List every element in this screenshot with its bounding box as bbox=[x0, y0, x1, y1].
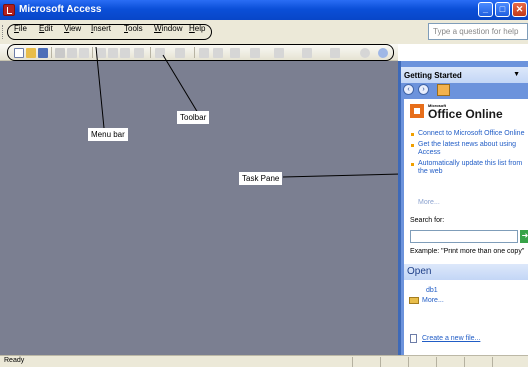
forward-icon[interactable]: › bbox=[418, 84, 429, 95]
search-label: Search for: bbox=[410, 217, 445, 224]
folder-icon bbox=[409, 297, 419, 304]
status-separator bbox=[408, 357, 409, 367]
status-separator bbox=[436, 357, 437, 367]
save-icon[interactable] bbox=[38, 48, 48, 58]
auto-update-link[interactable]: Automatically update this list from the … bbox=[409, 160, 527, 176]
analyze-icon[interactable] bbox=[175, 48, 185, 58]
toolbar-separator bbox=[150, 47, 151, 58]
maximize-button[interactable]: □ bbox=[495, 2, 510, 17]
search-go-button[interactable]: ➜ bbox=[520, 230, 528, 243]
task-pane-callout: Task Pane bbox=[239, 172, 283, 185]
toolbar-separator bbox=[194, 47, 195, 58]
open-section-header: Open bbox=[404, 264, 528, 280]
menu-grip-handle[interactable] bbox=[2, 25, 5, 39]
back-icon[interactable]: ‹ bbox=[403, 84, 414, 95]
menu-help[interactable]: Help bbox=[189, 24, 205, 33]
menu-tools[interactable]: Tools bbox=[124, 24, 143, 33]
autoform-icon[interactable] bbox=[274, 48, 284, 58]
new-icon[interactable] bbox=[14, 48, 24, 58]
question-input[interactable]: Type a question for help bbox=[428, 23, 528, 40]
office-logo-icon bbox=[410, 104, 424, 118]
close-button[interactable]: ✕ bbox=[512, 2, 527, 17]
cut-icon[interactable] bbox=[96, 48, 106, 58]
office-online-logo-text: Office Online bbox=[428, 107, 503, 121]
status-separator bbox=[492, 357, 493, 367]
status-separator bbox=[464, 357, 465, 367]
menu-file[interactable]: File bbox=[14, 24, 27, 33]
toolbar-options-icon[interactable] bbox=[378, 48, 388, 58]
search-example-text: Example: "Print more than one copy" bbox=[410, 248, 525, 255]
office-links-icon[interactable] bbox=[155, 48, 165, 58]
paste-icon[interactable] bbox=[120, 48, 130, 58]
print-icon[interactable] bbox=[55, 48, 65, 58]
menu-insert[interactable]: Insert bbox=[91, 24, 111, 33]
query-icon[interactable] bbox=[330, 48, 340, 58]
latest-news-link[interactable]: Get the latest news about using Access bbox=[409, 141, 527, 157]
search-input[interactable] bbox=[410, 230, 518, 243]
open-more-link[interactable]: More... bbox=[422, 297, 444, 304]
menu-edit[interactable]: Edit bbox=[39, 24, 53, 33]
copy-icon[interactable] bbox=[108, 48, 118, 58]
recent-file-db1[interactable]: db1 bbox=[426, 287, 438, 294]
toolbar-separator bbox=[51, 47, 52, 58]
print-preview-icon[interactable] bbox=[67, 48, 77, 58]
minimize-button[interactable]: _ bbox=[478, 2, 493, 17]
status-separator bbox=[380, 357, 381, 367]
database-workspace[interactable] bbox=[0, 61, 398, 355]
toolbar-separator bbox=[92, 47, 93, 58]
status-text: Ready bbox=[4, 357, 25, 364]
getting-started-links: Connect to Microsoft Office Online Get t… bbox=[409, 130, 527, 179]
open-icon[interactable] bbox=[26, 48, 36, 58]
status-bar: Ready bbox=[0, 355, 528, 367]
properties-icon[interactable] bbox=[213, 48, 223, 58]
open-section: db1 More... Create a new file... bbox=[404, 280, 528, 355]
menu-bar: File Edit View Insert Tools Window Help … bbox=[0, 20, 528, 44]
title-bar: Microsoft Access _ □ ✕ bbox=[0, 0, 528, 20]
help-icon[interactable] bbox=[360, 48, 370, 58]
status-separator bbox=[352, 357, 353, 367]
task-pane: Getting Started ▼ ‹ › Microsoft Office O… bbox=[398, 61, 528, 355]
menu-view[interactable]: View bbox=[64, 24, 81, 33]
spelling-icon[interactable] bbox=[79, 48, 89, 58]
connect-office-online-link[interactable]: Connect to Microsoft Office Online bbox=[409, 130, 527, 138]
new-file-icon bbox=[410, 334, 417, 343]
home-icon[interactable] bbox=[437, 84, 450, 96]
create-new-file-link[interactable]: Create a new file... bbox=[422, 335, 480, 342]
menu-bar-callout: Menu bar bbox=[88, 128, 128, 141]
window-title: Microsoft Access bbox=[19, 4, 102, 15]
relationships-icon[interactable] bbox=[230, 48, 240, 58]
task-pane-header[interactable]: Getting Started ▼ bbox=[401, 67, 528, 83]
new-object-icon[interactable] bbox=[250, 48, 260, 58]
report-icon[interactable] bbox=[302, 48, 312, 58]
task-pane-nav: ‹ › bbox=[403, 84, 455, 96]
database-toolbar bbox=[0, 44, 398, 61]
toolbar-callout: Toolbar bbox=[177, 111, 210, 124]
code-icon[interactable] bbox=[199, 48, 209, 58]
task-pane-title: Getting Started bbox=[404, 71, 462, 80]
undo-icon[interactable] bbox=[134, 48, 144, 58]
access-app-icon[interactable] bbox=[3, 4, 15, 16]
more-link[interactable]: More... bbox=[418, 199, 440, 206]
menu-window[interactable]: Window bbox=[154, 24, 182, 33]
chevron-down-icon[interactable]: ▼ bbox=[513, 71, 520, 78]
